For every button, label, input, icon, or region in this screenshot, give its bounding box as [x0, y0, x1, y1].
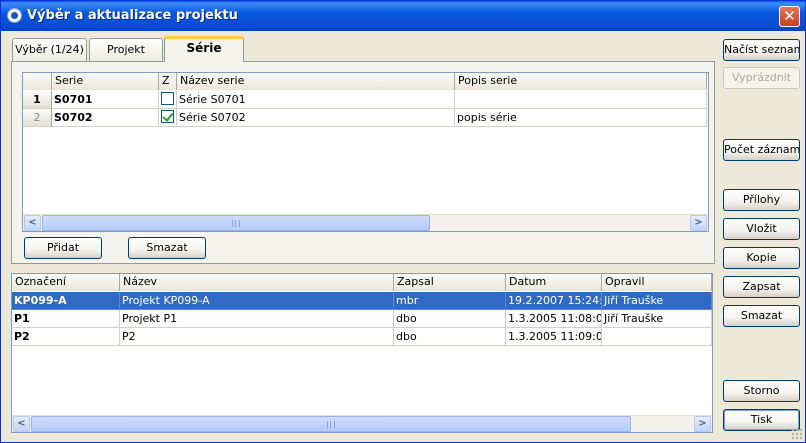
row-header-corner — [23, 73, 52, 90]
cell-serie[interactable]: S0702 — [52, 109, 159, 127]
delete-series-button[interactable]: Smazat — [128, 237, 206, 259]
print-button[interactable]: Tisk — [723, 409, 800, 431]
cell-popis[interactable]: popis série — [455, 109, 707, 127]
col-nazev[interactable]: Název — [120, 274, 394, 291]
cell-zapsal[interactable]: dbo — [394, 310, 506, 328]
col-nazev-serie[interactable]: Název serie — [177, 73, 455, 90]
cell-datum[interactable]: 1.3.2005 11:08:00 — [506, 310, 602, 328]
add-series-button[interactable]: Přidat — [24, 237, 102, 259]
window-title: Výběr a aktualizace projektu — [27, 8, 238, 23]
table-row[interactable]: P2 P2 dbo 1.3.2005 11:09:00 — [12, 328, 712, 346]
cell-z[interactable] — [159, 109, 177, 127]
cell-oznaceni[interactable]: P1 — [12, 310, 120, 328]
series-grid: Serie Z Název serie Popis serie 1 S0701 … — [22, 72, 709, 232]
copy-button[interactable]: Kopie — [723, 247, 800, 269]
cell-nazev[interactable]: Projekt P1 — [120, 310, 394, 328]
row-number: 1 — [23, 91, 52, 109]
table-row[interactable]: P1 Projekt P1 dbo 1.3.2005 11:08:00 Jiří… — [12, 310, 712, 328]
col-zapsal[interactable]: Zapsal — [394, 274, 506, 291]
tab-serie[interactable]: Série — [164, 36, 244, 62]
load-list-button[interactable]: Načíst seznam — [723, 39, 800, 61]
z-checkbox[interactable] — [161, 92, 174, 105]
cell-nazev[interactable]: Série S0701 — [177, 91, 455, 109]
record-count-button[interactable]: Počet záznamů — [723, 139, 800, 161]
delete-button[interactable]: Smazat — [723, 305, 800, 327]
cell-zapsal[interactable]: mbr — [394, 292, 506, 310]
cell-opravil[interactable]: Jiří Trauške — [602, 292, 712, 310]
save-button[interactable]: Zapsat — [723, 276, 800, 298]
col-opravil[interactable]: Opravil — [602, 274, 712, 291]
cell-z[interactable] — [159, 91, 177, 109]
z-checkbox[interactable] — [161, 110, 174, 123]
project-grid: Označení Název Zapsal Datum Opravil KP09… — [11, 273, 713, 433]
cell-oznaceni[interactable]: KP099-A — [12, 292, 120, 310]
scroll-left-icon[interactable]: < — [24, 215, 41, 231]
scroll-left-icon[interactable]: < — [13, 416, 30, 432]
series-grid-header: Serie Z Název serie Popis serie — [23, 73, 707, 90]
resize-grip[interactable] — [791, 428, 803, 440]
table-row[interactable]: 1 S0701 Série S0701 — [23, 91, 707, 109]
cell-oznaceni[interactable]: P2 — [12, 328, 120, 346]
cell-nazev[interactable]: Série S0702 — [177, 109, 455, 127]
project-horizontal-scrollbar[interactable]: < > — [12, 415, 712, 432]
col-oznaceni[interactable]: Označení — [12, 274, 120, 291]
cell-datum[interactable]: 19.2.2007 15:24:00 — [506, 292, 602, 310]
tab-vyber[interactable]: Výběr (1/24) — [12, 38, 87, 61]
cancel-button[interactable]: Storno — [723, 380, 800, 402]
title-bar[interactable]: Výběr a aktualizace projektu ✕ — [1, 1, 805, 31]
close-button[interactable]: ✕ — [779, 6, 800, 27]
row-number: 2 — [23, 109, 52, 127]
insert-button[interactable]: Vložit — [723, 218, 800, 240]
scroll-right-icon[interactable]: > — [694, 416, 711, 432]
clear-button[interactable]: Vyprázdnit — [723, 67, 800, 89]
scroll-thumb[interactable] — [31, 416, 631, 432]
cell-nazev[interactable]: Projekt KP099-A — [120, 292, 394, 310]
series-horizontal-scrollbar[interactable]: < > — [23, 214, 708, 231]
col-popis-serie[interactable]: Popis serie — [455, 73, 707, 90]
col-serie[interactable]: Serie — [52, 73, 159, 90]
scroll-thumb[interactable] — [42, 215, 430, 231]
cell-nazev[interactable]: P2 — [120, 328, 394, 346]
attachments-button[interactable]: Přílohy — [723, 189, 800, 211]
col-datum[interactable]: Datum — [506, 274, 602, 291]
close-icon: ✕ — [783, 7, 796, 25]
app-icon — [7, 8, 22, 23]
table-row[interactable]: 2 S0702 Série S0702 popis série — [23, 109, 707, 127]
scroll-right-icon[interactable]: > — [690, 215, 707, 231]
dialog-window: Výběr a aktualizace projektu ✕ Výběr (1/… — [0, 0, 806, 443]
cell-serie[interactable]: S0701 — [52, 91, 159, 109]
cell-popis[interactable] — [455, 91, 707, 109]
col-z[interactable]: Z — [159, 73, 177, 90]
cell-zapsal[interactable]: dbo — [394, 328, 506, 346]
project-grid-header: Označení Název Zapsal Datum Opravil — [12, 274, 712, 291]
cell-datum[interactable]: 1.3.2005 11:09:00 — [506, 328, 602, 346]
tab-projekt[interactable]: Projekt — [89, 38, 163, 61]
tab-panel-serie: Serie Z Název serie Popis serie 1 S0701 … — [11, 61, 715, 264]
table-row[interactable]: KP099-A Projekt KP099-A mbr 19.2.2007 15… — [12, 292, 712, 310]
cell-opravil[interactable]: Jiří Trauške — [602, 310, 712, 328]
cell-opravil[interactable] — [602, 328, 712, 346]
